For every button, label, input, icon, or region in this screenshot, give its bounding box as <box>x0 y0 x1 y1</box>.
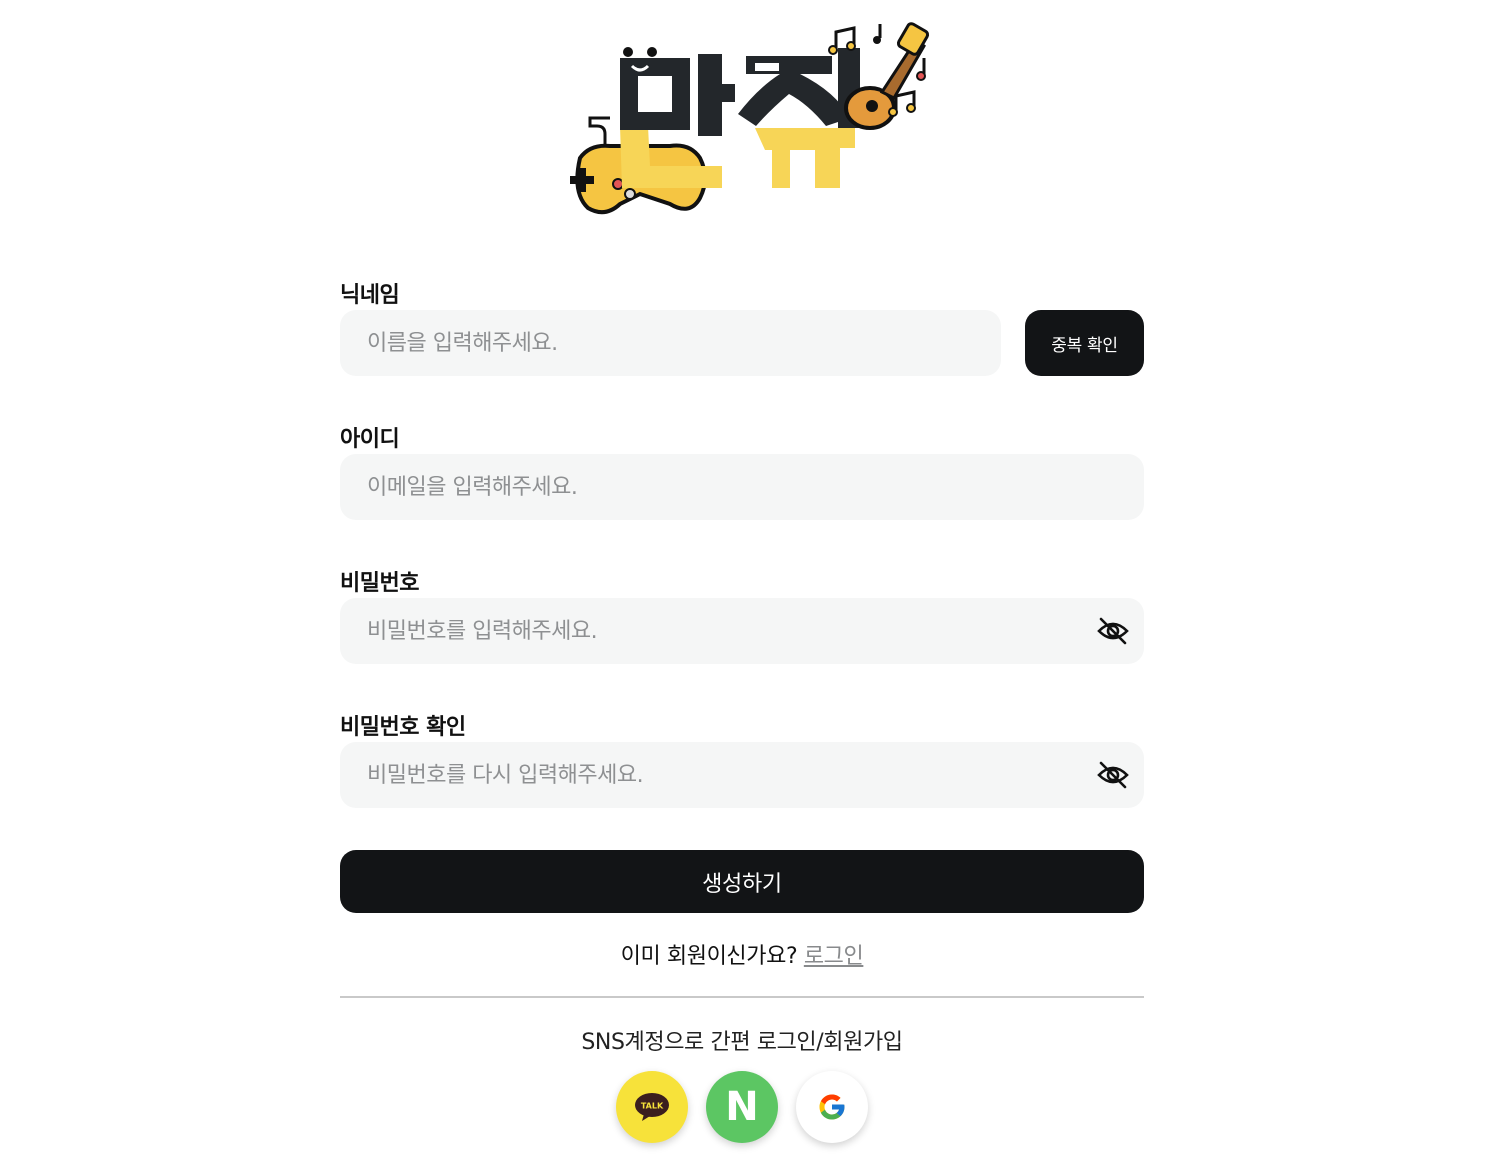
google-login-button[interactable] <box>796 1071 868 1143</box>
kakao-badge: TALK <box>641 1102 664 1111</box>
login-link[interactable]: 로그인 <box>804 944 864 969</box>
nickname-input-box <box>340 310 1001 376</box>
password-confirm-input-box <box>340 742 1144 808</box>
naver-icon: N <box>725 1084 759 1130</box>
nickname-label: 닉네임 <box>340 283 400 308</box>
password-confirm-input[interactable] <box>367 742 1084 808</box>
sns-title: SNS계정으로 간편 로그인/회원가입 <box>581 1030 903 1055</box>
duplicate-check-button[interactable]: 중복 확인 <box>1025 310 1144 376</box>
password-label: 비밀번호 <box>340 571 419 596</box>
eye-off-icon[interactable] <box>1096 614 1130 648</box>
nickname-input[interactable] <box>367 310 1001 376</box>
create-account-button[interactable]: 생성하기 <box>340 850 1144 913</box>
password-input[interactable] <box>367 598 1084 664</box>
userid-input-box <box>340 454 1144 520</box>
kakao-login-button[interactable]: TALK <box>616 1071 688 1143</box>
manchwi-logo <box>570 22 930 215</box>
password-confirm-label: 비밀번호 확인 <box>340 715 466 740</box>
userid-input[interactable] <box>367 454 1144 520</box>
login-prompt: 이미 회원이신가요? 로그인 <box>340 938 1144 970</box>
eye-off-icon[interactable] <box>1096 758 1130 792</box>
kakao-talk-icon: TALK <box>635 1093 669 1121</box>
naver-login-button[interactable]: N <box>706 1071 778 1143</box>
divider <box>340 996 1144 998</box>
password-input-box <box>340 598 1144 664</box>
login-prompt-text: 이미 회원이신가요? <box>620 944 798 969</box>
userid-label: 아이디 <box>340 427 400 452</box>
google-icon <box>819 1094 845 1120</box>
